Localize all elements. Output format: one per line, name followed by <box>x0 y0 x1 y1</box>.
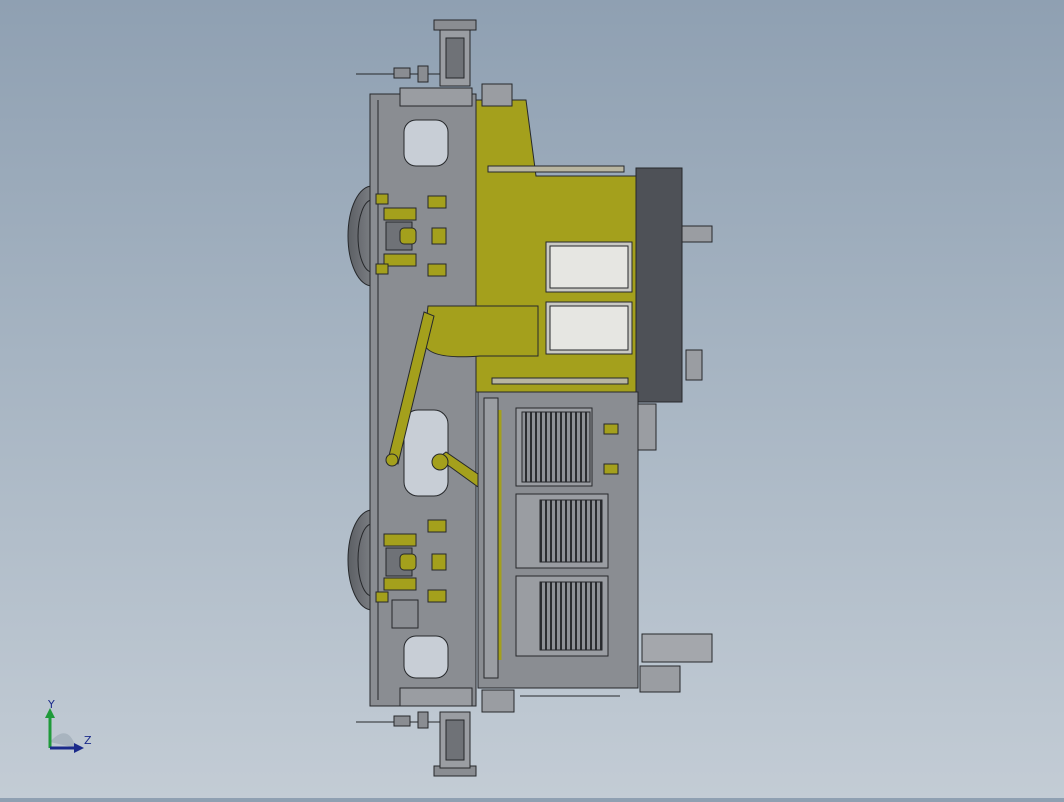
side-panel <box>635 167 713 403</box>
engine-hood <box>477 391 657 689</box>
bottom-buffer <box>356 711 477 777</box>
z-axis-label: Z <box>84 734 92 747</box>
coordinate-triad: Y Z <box>38 698 98 758</box>
main-frame <box>369 87 477 707</box>
top-buffer <box>356 19 477 87</box>
locomotive-model[interactable] <box>0 0 1064 798</box>
y-axis-label: Y <box>47 698 55 711</box>
cad-viewport[interactable] <box>0 0 1064 798</box>
coordinate-triad-icon: Y Z <box>45 698 92 753</box>
